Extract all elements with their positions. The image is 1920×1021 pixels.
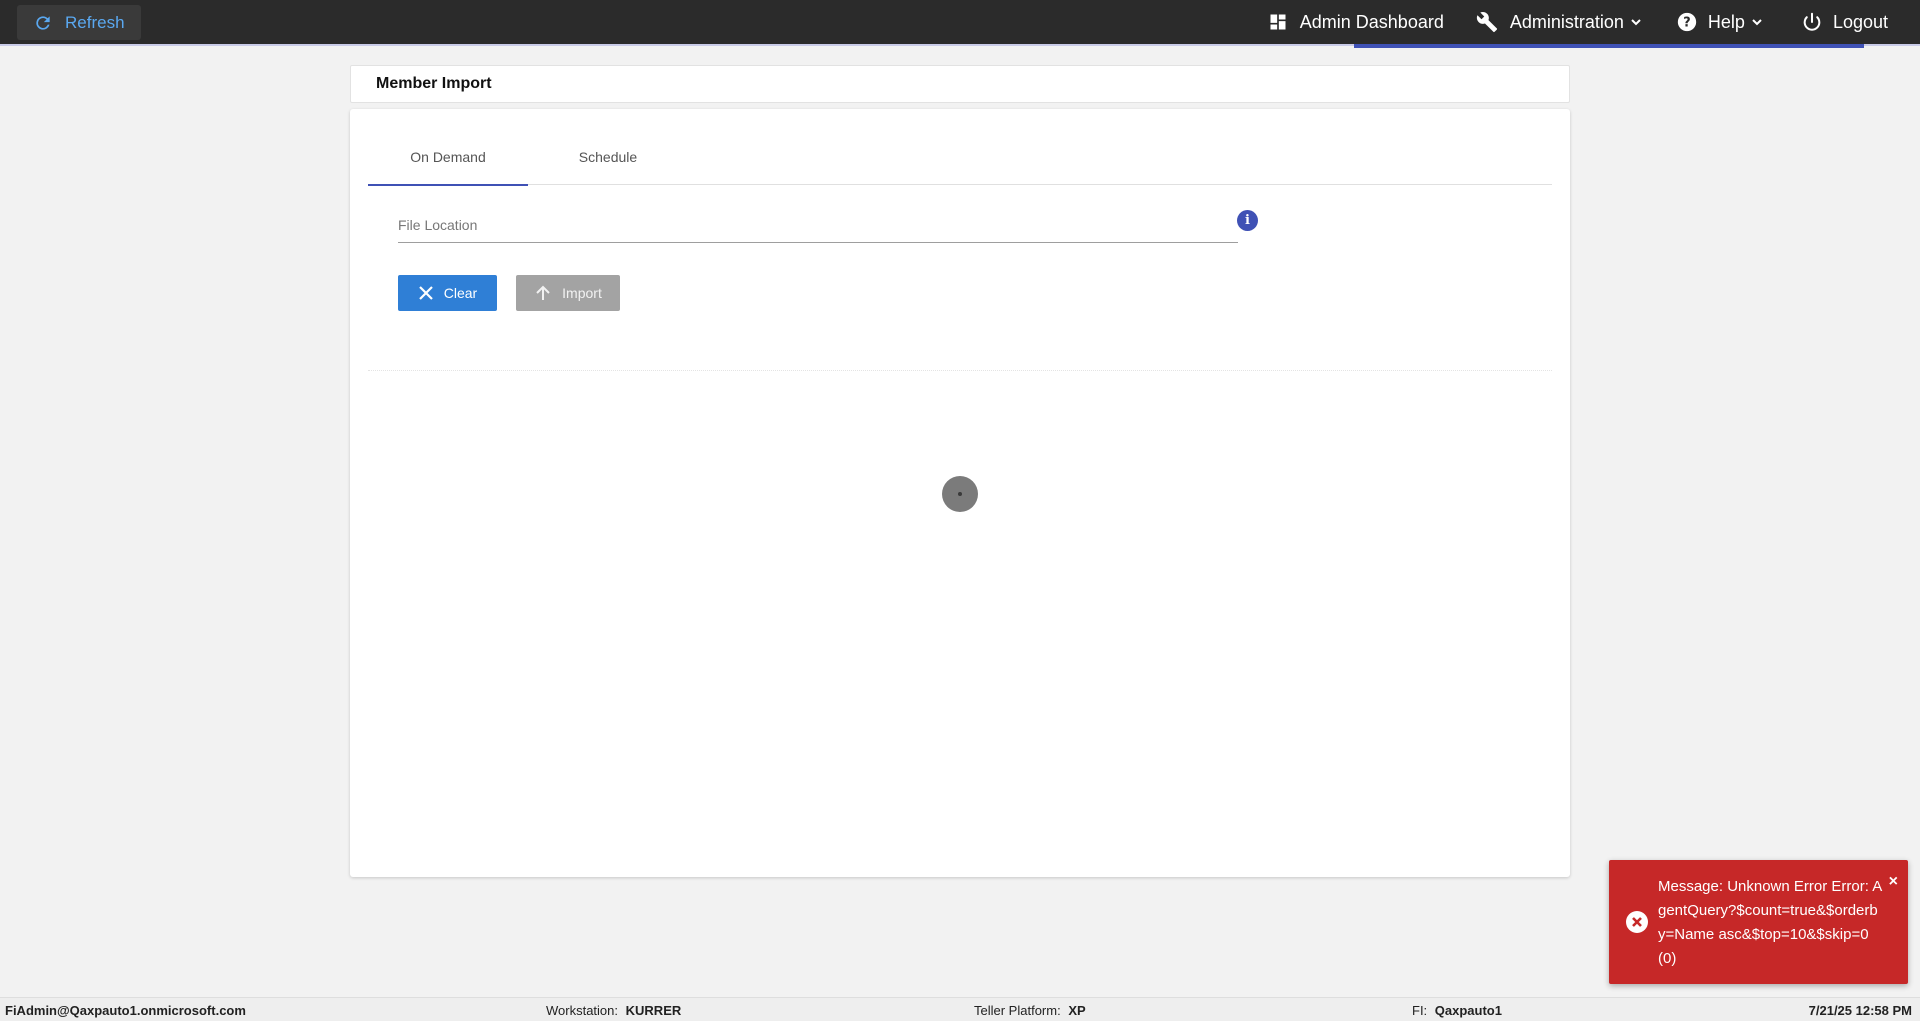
footer-fi: FI: Qaxpauto1 [1412, 1003, 1502, 1018]
active-nav-indicator [1354, 44, 1864, 48]
nav-admin-dashboard-label: Admin Dashboard [1299, 11, 1444, 32]
spinner-dot [958, 492, 962, 496]
close-icon [418, 286, 433, 300]
clear-button-label: Clear [443, 285, 478, 301]
clear-button[interactable]: Clear [398, 275, 497, 311]
footer-teller-label: Teller Platform: [974, 1003, 1061, 1018]
nav-logout-label: Logout [1832, 11, 1888, 32]
refresh-label: Refresh [65, 12, 125, 32]
svg-text:?: ? [1683, 16, 1690, 31]
error-toast: Message: Unknown Error Error: AgentQuery… [1609, 860, 1908, 984]
dashboard-grid-icon [1270, 14, 1286, 30]
toast-close-button[interactable]: × [1889, 873, 1898, 891]
import-results-divider [368, 369, 1552, 371]
file-location-input[interactable] [398, 209, 1238, 241]
chevron-down-icon [1631, 19, 1641, 26]
footer-workstation: Workstation: KURRER [546, 1003, 681, 1018]
arrow-up-icon [536, 285, 550, 300]
status-bar: FiAdmin@Qaxpauto1.onmicrosoft.com Workst… [0, 997, 1920, 1021]
footer-teller-platform: Teller Platform: XP [974, 1003, 1086, 1018]
footer-datetime: 7/21/25 12:58 PM [1809, 1003, 1912, 1018]
nav-administration-label: Administration [1509, 11, 1624, 32]
tab-schedule[interactable]: Schedule [528, 129, 688, 185]
footer-teller-value: XP [1068, 1003, 1086, 1018]
refresh-icon [36, 15, 50, 30]
error-circle-icon [1626, 911, 1648, 933]
footer-datetime-value: 7/21/25 12:58 PM [1808, 1003, 1912, 1018]
nav-administration[interactable]: Administration [1476, 0, 1642, 44]
file-location-field [398, 209, 1238, 243]
footer-fi-value: Qaxpauto1 [1434, 1003, 1502, 1018]
footer-user: FiAdmin@Qaxpauto1.onmicrosoft.com [5, 1003, 246, 1018]
top-navigation-bar: Refresh Admin Dashboard Administration ?… [0, 0, 1920, 44]
topbar-underline [0, 44, 1920, 48]
member-import-panel: On Demand Schedule i Clear Import [350, 109, 1570, 877]
nav-help-label: Help [1707, 11, 1745, 32]
page-title: Member Import [376, 75, 492, 92]
top-nav-menu: Admin Dashboard Administration ? Help Lo… [1268, 0, 1920, 44]
import-tabs: On Demand Schedule [368, 129, 1552, 186]
loading-spinner [942, 476, 978, 512]
import-button-label: Import [562, 285, 602, 301]
page-header: Member Import [350, 65, 1570, 103]
nav-admin-dashboard[interactable]: Admin Dashboard [1268, 0, 1444, 44]
toast-message: Message: Unknown Error Error: AgentQuery… [1658, 878, 1883, 967]
help-circle-icon: ? [1677, 12, 1697, 32]
nav-logout[interactable]: Logout [1801, 0, 1888, 44]
chevron-down-icon [1752, 19, 1762, 26]
tab-on-demand-label: On Demand [410, 149, 486, 165]
footer-workstation-value: KURRER [625, 1003, 682, 1018]
import-button[interactable]: Import [516, 275, 620, 311]
nav-help[interactable]: ? Help [1676, 0, 1763, 44]
tab-schedule-label: Schedule [578, 149, 638, 165]
info-icon[interactable]: i [1237, 210, 1258, 231]
footer-workstation-label: Workstation: [546, 1003, 619, 1018]
tab-on-demand[interactable]: On Demand [368, 129, 528, 186]
wrench-icon [1476, 12, 1497, 33]
footer-fi-label: FI: [1412, 1003, 1428, 1018]
power-icon [1803, 12, 1821, 31]
refresh-button[interactable]: Refresh [17, 5, 141, 40]
footer-user-value: FiAdmin@Qaxpauto1.onmicrosoft.com [5, 1003, 246, 1018]
